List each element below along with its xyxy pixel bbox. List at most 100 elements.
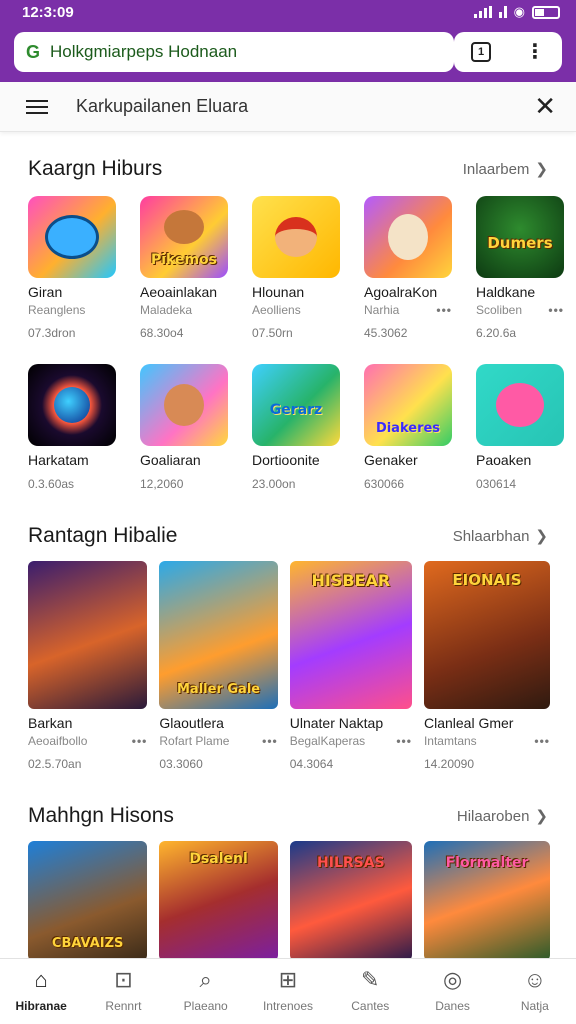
featured-row: Barkan Aeoaifbollo ••• 02.5.70an Maller G… <box>0 561 576 771</box>
app-meta: 03.3060 <box>159 757 203 771</box>
game-card[interactable]: Maller Gale Glaoutlera Rofart Plame ••• 0… <box>159 561 278 771</box>
featured-row: CBAVAIZS Dsalenl HILRSAS Flormalter <box>0 841 576 961</box>
app-card[interactable]: Dumers Haldkane Scoliben ••• 6.20.6a <box>476 196 564 340</box>
nav-label: Danes <box>435 999 470 1013</box>
more-icon[interactable]: ••• <box>534 734 550 748</box>
more-options-icon[interactable]: ⋮ <box>525 42 545 62</box>
game-card[interactable]: CBAVAIZS <box>28 841 148 961</box>
nav-label: Intrenoes <box>262 999 313 1013</box>
app-card[interactable]: AgoalraKon Narhia ••• 45.3062 <box>364 196 452 340</box>
app-developer: Aeolliens <box>252 303 301 317</box>
app-icon: Dumers <box>476 196 564 278</box>
app-meta: 12,2060 <box>140 477 184 491</box>
game-card[interactable]: HISBEAR Ulnater Naktap BegalKaperas ••• 0… <box>289 561 412 771</box>
app-card[interactable]: Pikemos Aeoainlakan Maladeka 68.30o4 <box>140 196 228 340</box>
section-header: Kaargn Hiburs Inlaarbem ❯ <box>0 154 576 184</box>
app-card[interactable]: Paoaken 030614 <box>476 364 564 491</box>
nav-label: Cantes <box>351 999 390 1013</box>
signal-icon-2 <box>498 6 507 18</box>
nav-item-search[interactable]: ⌕ Plaeano <box>170 967 242 1013</box>
app-meta: 6.20.6a <box>476 326 517 340</box>
game-thumbnail: Dsalenl <box>159 841 278 961</box>
nav-item-profile[interactable]: ☺ Natja <box>499 967 571 1013</box>
game-thumbnail: CBAVAIZS <box>28 841 148 961</box>
app-developer: Scoliben <box>476 303 523 317</box>
app-row: Harkatam 0.3.60as Goaliaran 12,2060 Gera… <box>0 364 576 491</box>
battery-icon <box>532 5 560 19</box>
app-row: Giran Reanglens 07.3dron Pikemos Aeoainl… <box>0 196 576 340</box>
nav-label: Rennrt <box>105 999 142 1013</box>
nav-item-store[interactable]: ⊡ Rennrt <box>87 967 159 1013</box>
more-icon[interactable]: ••• <box>262 734 278 748</box>
app-icon <box>28 196 116 278</box>
more-icon[interactable]: ••• <box>132 734 148 748</box>
status-time: 12:3:09 <box>22 3 74 21</box>
app-meta: 45.3062 <box>364 326 408 340</box>
url-text[interactable]: Holkgmiarpeps Hodnaan <box>50 42 237 62</box>
wifi-icon: ◉ <box>513 4 525 19</box>
app-name: Aeoainlakan <box>140 284 218 300</box>
app-meta: 630066 <box>364 477 405 491</box>
tab-switcher-button[interactable]: 1 <box>471 42 491 62</box>
app-developer: Maladeka <box>140 303 193 317</box>
game-thumbnail: Flormalter <box>423 841 550 961</box>
section-title: Mahhgn Hisons <box>28 804 174 827</box>
secure-lock-icon: G <box>26 41 41 62</box>
app-name: Paoaken <box>476 452 532 468</box>
app-name: Giran <box>28 284 63 300</box>
profile-icon: ☺ <box>523 967 547 992</box>
home-icon: ⌂ <box>34 967 48 992</box>
status-icons: ◉ <box>473 4 560 20</box>
game-card[interactable]: EIONAIS Clanleal Gmer Intamtans ••• 14.20… <box>423 561 550 771</box>
nav-item-apps[interactable]: ⊞ Intrenoes <box>252 967 324 1013</box>
nav-item-home[interactable]: ⌂ Hibranae <box>5 967 77 1013</box>
app-card[interactable]: Harkatam 0.3.60as <box>28 364 116 491</box>
app-icon-art-label: Pikemos <box>150 252 218 268</box>
game-card[interactable]: Barkan Aeoaifbollo ••• 02.5.70an <box>28 561 148 771</box>
app-icon-art-label: HISBEAR <box>311 571 391 590</box>
see-all-link[interactable]: Shlaarbhan ❯ <box>453 527 548 545</box>
more-icon[interactable]: ••• <box>396 734 412 748</box>
nav-item-compass[interactable]: ◎ Danes <box>417 967 489 1013</box>
section-header: Rantagn Hibalie Shlaarbhan ❯ <box>0 521 576 551</box>
app-name: Dortioonite <box>252 452 320 468</box>
app-icon <box>476 364 564 446</box>
app-card[interactable]: Hlounan Aeolliens 07.50rn <box>252 196 340 340</box>
app-name: Harkatam <box>28 452 89 468</box>
chevron-right-icon: ❯ <box>535 808 548 825</box>
section-title: Rantagn Hibalie <box>28 524 178 547</box>
app-card[interactable]: Giran Reanglens 07.3dron <box>28 196 116 340</box>
app-icon <box>140 364 228 446</box>
see-all-link[interactable]: Hilaaroben ❯ <box>457 807 548 825</box>
app-developer: BegalKaperas <box>289 734 366 748</box>
app-name: Glaoutlera <box>159 715 224 731</box>
see-all-label: Inlaarbem <box>462 161 530 178</box>
nav-item-edit[interactable]: ✎ Cantes <box>334 967 406 1013</box>
game-card[interactable]: Flormalter <box>423 841 550 961</box>
app-developer: Intamtans <box>423 734 477 748</box>
app-name: Clanleal Gmer <box>423 715 514 731</box>
app-card[interactable]: Gerarz Dortioonite 23.00on <box>252 364 340 491</box>
close-icon[interactable]: ✕ <box>534 91 556 122</box>
see-all-link[interactable]: Inlaarbem ❯ <box>463 160 548 178</box>
game-card[interactable]: Dsalenl <box>159 841 278 961</box>
app-developer: Reanglens <box>28 303 86 317</box>
app-card[interactable]: Diakeres Genaker 630066 <box>364 364 452 491</box>
menu-icon[interactable] <box>26 99 48 114</box>
game-card[interactable]: HILRSAS <box>289 841 412 961</box>
app-developer: Aeoaifbollo <box>28 734 88 748</box>
nav-label: Natja <box>520 999 549 1013</box>
section-header: Mahhgn Hisons Hilaaroben ❯ <box>0 801 576 831</box>
app-card[interactable]: Goaliaran 12,2060 <box>140 364 228 491</box>
bottom-navigation: ⌂ Hibranae ⊡ Rennrt ⌕ Plaeano ⊞ Intrenoe… <box>0 958 576 1024</box>
status-bar: 12:3:09 ◉ <box>0 0 576 24</box>
app-meta: 23.00on <box>252 477 296 491</box>
see-all-label: Shlaarbhan <box>452 528 530 545</box>
nav-label: Plaeano <box>183 999 228 1013</box>
more-icon[interactable]: ••• <box>548 303 564 317</box>
app-icon-art-label: Flormalter <box>445 855 529 871</box>
more-icon[interactable]: ••• <box>436 303 452 317</box>
section-title: Kaargn Hiburs <box>28 157 163 180</box>
url-bar[interactable]: G Holkgmiarpeps Hodnaan <box>14 32 454 72</box>
search-icon: ⌕ <box>199 967 212 992</box>
